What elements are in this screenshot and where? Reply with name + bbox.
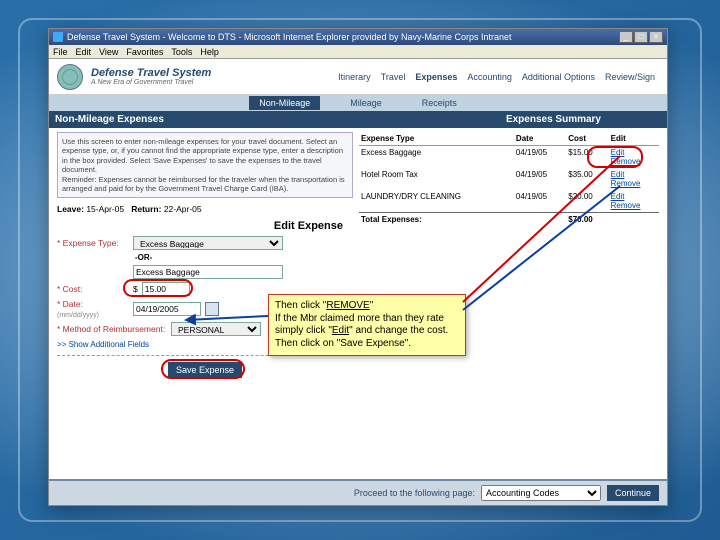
menu-help[interactable]: Help xyxy=(200,47,219,57)
window-close[interactable]: × xyxy=(649,31,663,43)
menu-tools[interactable]: Tools xyxy=(171,47,192,57)
continue-button[interactable]: Continue xyxy=(607,485,659,501)
proceed-select[interactable]: Accounting Codes xyxy=(481,485,601,501)
ie-icon xyxy=(53,32,63,42)
expense-subtabs: Non-Mileage Mileage Receipts xyxy=(49,95,667,111)
brand-title: Defense Travel System xyxy=(91,68,211,79)
col-expense-type: Expense Type xyxy=(359,132,514,146)
table-row: LAUNDRY/DRY CLEANING 04/19/05 $20.00 Edi… xyxy=(359,190,659,213)
show-additional-link[interactable]: >> Show Additional Fields xyxy=(57,340,149,349)
instruction-callout: Then click "REMOVE" If the Mbr claimed m… xyxy=(268,294,466,356)
remove-link[interactable]: Remove xyxy=(611,201,657,210)
or-label: -OR- xyxy=(135,253,353,262)
col-edit: Edit xyxy=(609,132,659,146)
dts-header: Defense Travel System A New Era of Gover… xyxy=(49,59,667,95)
total-label: Total Expenses: xyxy=(359,213,514,227)
browser-window: Defense Travel System - Welcome to DTS -… xyxy=(48,28,668,506)
date-label: * Date:(mm/dd/yyyy) xyxy=(57,299,129,319)
window-titlebar: Defense Travel System - Welcome to DTS -… xyxy=(49,29,667,45)
section-right: Expenses Summary xyxy=(506,114,661,125)
callout-edit: Edit xyxy=(332,325,349,336)
section-left: Non-Mileage Expenses xyxy=(55,114,164,125)
menu-edit[interactable]: Edit xyxy=(76,47,92,57)
leave-date: 15-Apr-05 xyxy=(86,204,124,214)
return-label: Return: xyxy=(131,204,161,214)
expense-desc-input[interactable] xyxy=(133,265,283,279)
col-date: Date xyxy=(514,132,566,146)
calendar-icon[interactable] xyxy=(205,302,219,316)
edit-link[interactable]: Edit xyxy=(611,192,657,201)
tab-travel[interactable]: Travel xyxy=(377,70,410,84)
date-input[interactable] xyxy=(133,302,201,316)
window-minimize[interactable]: _ xyxy=(619,31,633,43)
expense-summary-table: Expense Type Date Cost Edit Excess Bagga… xyxy=(359,132,659,226)
menu-view[interactable]: View xyxy=(99,47,118,57)
window-title: Defense Travel System - Welcome to DTS -… xyxy=(67,32,512,42)
cost-label: * Cost: xyxy=(57,284,129,294)
cost-input[interactable] xyxy=(142,282,190,296)
dts-logo-icon xyxy=(57,64,83,90)
edit-link[interactable]: Edit xyxy=(611,148,657,157)
menu-file[interactable]: File xyxy=(53,47,68,57)
col-cost: Cost xyxy=(566,132,608,146)
proceed-label: Proceed to the following page: xyxy=(354,488,475,498)
subtab-receipts[interactable]: Receipts xyxy=(412,96,467,110)
window-maximize[interactable]: □ xyxy=(634,31,648,43)
edit-expense-heading: Edit Expense xyxy=(57,220,353,232)
remove-link[interactable]: Remove xyxy=(611,179,657,188)
return-date: 22-Apr-05 xyxy=(164,204,202,214)
callout-remove: REMOVE xyxy=(326,300,369,311)
section-bar: Non-Mileage Expenses Expenses Summary xyxy=(49,111,667,128)
page-footer: Proceed to the following page: Accountin… xyxy=(49,479,667,505)
reimb-label: * Method of Reimbursement: xyxy=(57,324,167,334)
table-row: Excess Baggage 04/19/05 $15.00 EditRemov… xyxy=(359,146,659,169)
expense-type-label: * Expense Type: xyxy=(57,238,129,248)
main-tabs: Itinerary Travel Expenses Accounting Add… xyxy=(334,70,659,84)
total-value: $70.00 xyxy=(566,213,608,227)
tab-review[interactable]: Review/Sign xyxy=(601,70,659,84)
save-expense-button[interactable]: Save Expense xyxy=(168,362,242,378)
remove-link[interactable]: Remove xyxy=(611,157,657,166)
brand-subtitle: A New Era of Government Travel xyxy=(91,79,211,86)
expense-type-select[interactable]: Excess Baggage xyxy=(133,236,283,250)
tab-additional[interactable]: Additional Options xyxy=(518,70,599,84)
reimb-select[interactable]: PERSONAL xyxy=(171,322,261,336)
tab-expenses[interactable]: Expenses xyxy=(411,70,461,84)
leave-label: Leave: xyxy=(57,204,84,214)
table-row: Hotel Room Tax 04/19/05 $35.00 EditRemov… xyxy=(359,168,659,190)
subtab-non-mileage[interactable]: Non-Mileage xyxy=(249,96,320,110)
tab-accounting[interactable]: Accounting xyxy=(463,70,516,84)
subtab-mileage[interactable]: Mileage xyxy=(340,96,392,110)
browser-menubar: File Edit View Favorites Tools Help xyxy=(49,45,667,59)
menu-favorites[interactable]: Favorites xyxy=(126,47,163,57)
edit-link[interactable]: Edit xyxy=(611,170,657,179)
instructions: Use this screen to enter non-mileage exp… xyxy=(57,132,353,198)
tab-itinerary[interactable]: Itinerary xyxy=(334,70,375,84)
